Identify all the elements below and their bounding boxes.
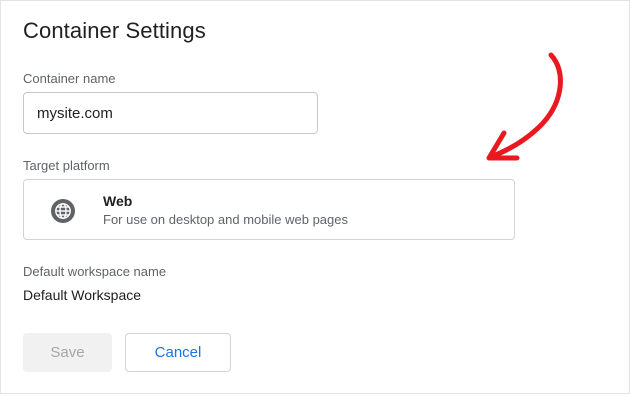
red-arrow-annotation-icon <box>486 52 563 161</box>
platform-name: Web <box>103 193 133 209</box>
platform-description: For use on desktop and mobile web pages <box>103 212 348 227</box>
save-button[interactable]: Save <box>23 333 112 372</box>
platform-option-web[interactable]: Web For use on desktop and mobile web pa… <box>23 179 515 240</box>
workspace-label: Default workspace name <box>23 264 167 279</box>
container-name-label: Container name <box>23 71 116 86</box>
container-name-input[interactable] <box>23 92 318 134</box>
cancel-button[interactable]: Cancel <box>125 333 231 372</box>
workspace-value: Default Workspace <box>23 287 142 303</box>
globe-icon <box>51 199 75 223</box>
target-platform-label: Target platform <box>23 158 110 173</box>
page-title: Container Settings <box>23 18 206 43</box>
container-settings-panel: Container Settings Container name Target… <box>0 0 630 394</box>
